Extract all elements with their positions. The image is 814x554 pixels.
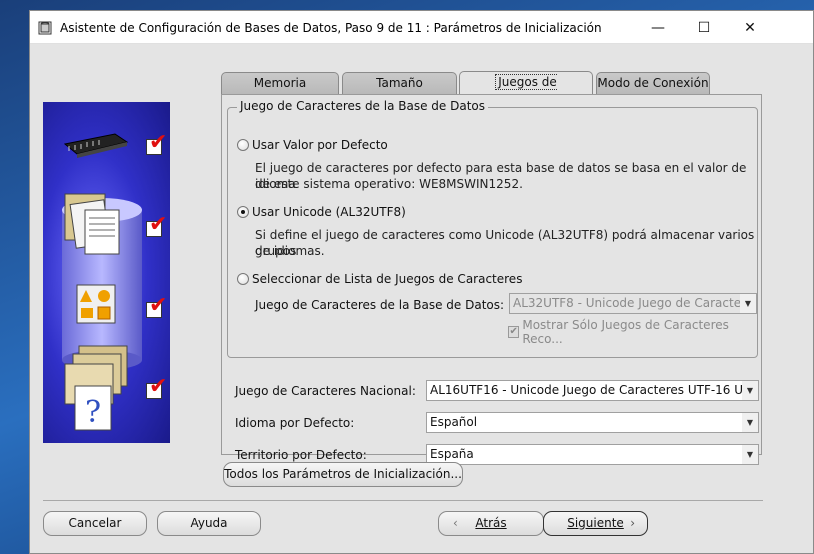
- help-folders-icon: ?: [64, 345, 128, 431]
- title-bar: Asistente de Configuración de Bases de D…: [30, 11, 813, 44]
- radio-unicode-option[interactable]: Usar Unicode (AL32UTF8): [237, 205, 406, 219]
- memory-chip-icon: [63, 133, 129, 158]
- unicode-description-line2: de idiomas.: [255, 244, 325, 258]
- documents-folder-icon: [64, 193, 120, 255]
- chevron-down-icon: ▼: [740, 294, 756, 313]
- national-charset-label: Juego de Caracteres Nacional:: [235, 384, 416, 398]
- national-charset-select[interactable]: AL16UTF16 - Unicode Juego de Caracteres …: [426, 380, 759, 401]
- svg-text:?: ?: [85, 395, 101, 430]
- minimize-icon[interactable]: —: [635, 11, 681, 44]
- show-recommended-label: Mostrar Sólo Juegos de Caracteres Reco..…: [522, 318, 729, 346]
- tab-modo-de-conexion[interactable]: Modo de Conexión: [596, 72, 710, 94]
- chevron-down-icon: ▼: [742, 381, 758, 400]
- language-select[interactable]: Español ▼: [426, 412, 759, 433]
- radio-list-label: Seleccionar de Lista de Juegos de Caract…: [252, 272, 523, 286]
- show-recommended-checkbox-row[interactable]: ✔ Mostrar Sólo Juegos de Caracteres Reco…: [508, 318, 757, 346]
- step-connection-check-icon: [146, 374, 167, 399]
- language-label: Idioma por Defecto:: [235, 416, 355, 430]
- radio-list[interactable]: [237, 273, 249, 285]
- window-title: Asistente de Configuración de Bases de D…: [60, 21, 602, 35]
- help-button[interactable]: Ayuda: [157, 511, 261, 536]
- wizard-steps-graphic: ?: [43, 102, 170, 443]
- db-charset-select[interactable]: AL32UTF8 - Unicode Juego de Caracter... …: [509, 293, 757, 314]
- radio-unicode[interactable]: [237, 206, 249, 218]
- radio-unicode-label: Usar Unicode (AL32UTF8): [252, 205, 406, 219]
- territory-label: Territorio por Defecto:: [235, 448, 367, 462]
- db-charset-label: Juego de Caracteres de la Base de Datos:: [255, 298, 505, 312]
- radio-default-label: Usar Valor por Defecto: [252, 138, 388, 152]
- radio-default-option[interactable]: Usar Valor por Defecto: [237, 138, 388, 152]
- chevron-down-icon: ▼: [742, 413, 758, 432]
- radio-default[interactable]: [237, 139, 249, 151]
- tab-label: Tamaño: [376, 76, 423, 90]
- next-button[interactable]: Siguiente ›: [543, 511, 648, 536]
- wizard-window: Asistente de Configuración de Bases de D…: [29, 10, 814, 554]
- maximize-icon[interactable]: ☐: [681, 11, 727, 44]
- unicode-description-line1: Si define el juego de caracteres como Un…: [255, 228, 755, 258]
- group-title: Juego de Caracteres de la Base de Datos: [237, 99, 488, 113]
- back-button[interactable]: ‹ Atrás: [438, 511, 544, 536]
- step-size-check-icon: [146, 212, 167, 237]
- all-parameters-button[interactable]: Todos los Parámetros de Inicialización..…: [223, 462, 463, 487]
- step-memory-check-icon: [146, 130, 167, 155]
- radio-list-option[interactable]: Seleccionar de Lista de Juegos de Caract…: [237, 272, 522, 286]
- close-icon[interactable]: ✕: [727, 11, 773, 44]
- chevron-right-icon: ›: [630, 516, 635, 530]
- territory-value: España: [430, 447, 474, 461]
- language-value: Español: [430, 415, 478, 429]
- national-charset-value: AL16UTF16 - Unicode Juego de Caracteres …: [430, 383, 759, 397]
- chevron-left-icon: ‹: [453, 516, 458, 530]
- territory-select[interactable]: España ▼: [426, 444, 759, 465]
- footer-divider: [43, 500, 763, 501]
- tab-juegos-de-caracteres[interactable]: Juegos de Caracteres: [459, 71, 593, 111]
- back-button-label: Atrás: [475, 516, 507, 530]
- tab-label: Memoria: [253, 76, 307, 90]
- tab-memoria[interactable]: Memoria: [221, 72, 339, 94]
- db-charset-group: Juego de Caracteres de la Base de Datos …: [227, 99, 758, 358]
- show-recommended-checkbox[interactable]: ✔: [508, 326, 520, 338]
- default-description-line2: de este sistema operativo: WE8MSWIN1252.: [255, 177, 523, 191]
- tab-tamano[interactable]: Tamaño: [342, 72, 457, 94]
- next-button-label: Siguiente: [567, 516, 624, 530]
- chevron-down-icon: ▼: [742, 445, 758, 464]
- db-charset-value: AL32UTF8 - Unicode Juego de Caracter...: [513, 296, 757, 310]
- character-shapes-icon: [76, 284, 116, 324]
- tab-label: Modo de Conexión: [597, 76, 709, 90]
- step-charset-check-icon: [146, 293, 167, 318]
- database-app-icon: [38, 21, 52, 35]
- tab-panel: Juego de Caracteres de la Base de Datos …: [221, 94, 762, 465]
- cancel-button[interactable]: Cancelar: [43, 511, 147, 536]
